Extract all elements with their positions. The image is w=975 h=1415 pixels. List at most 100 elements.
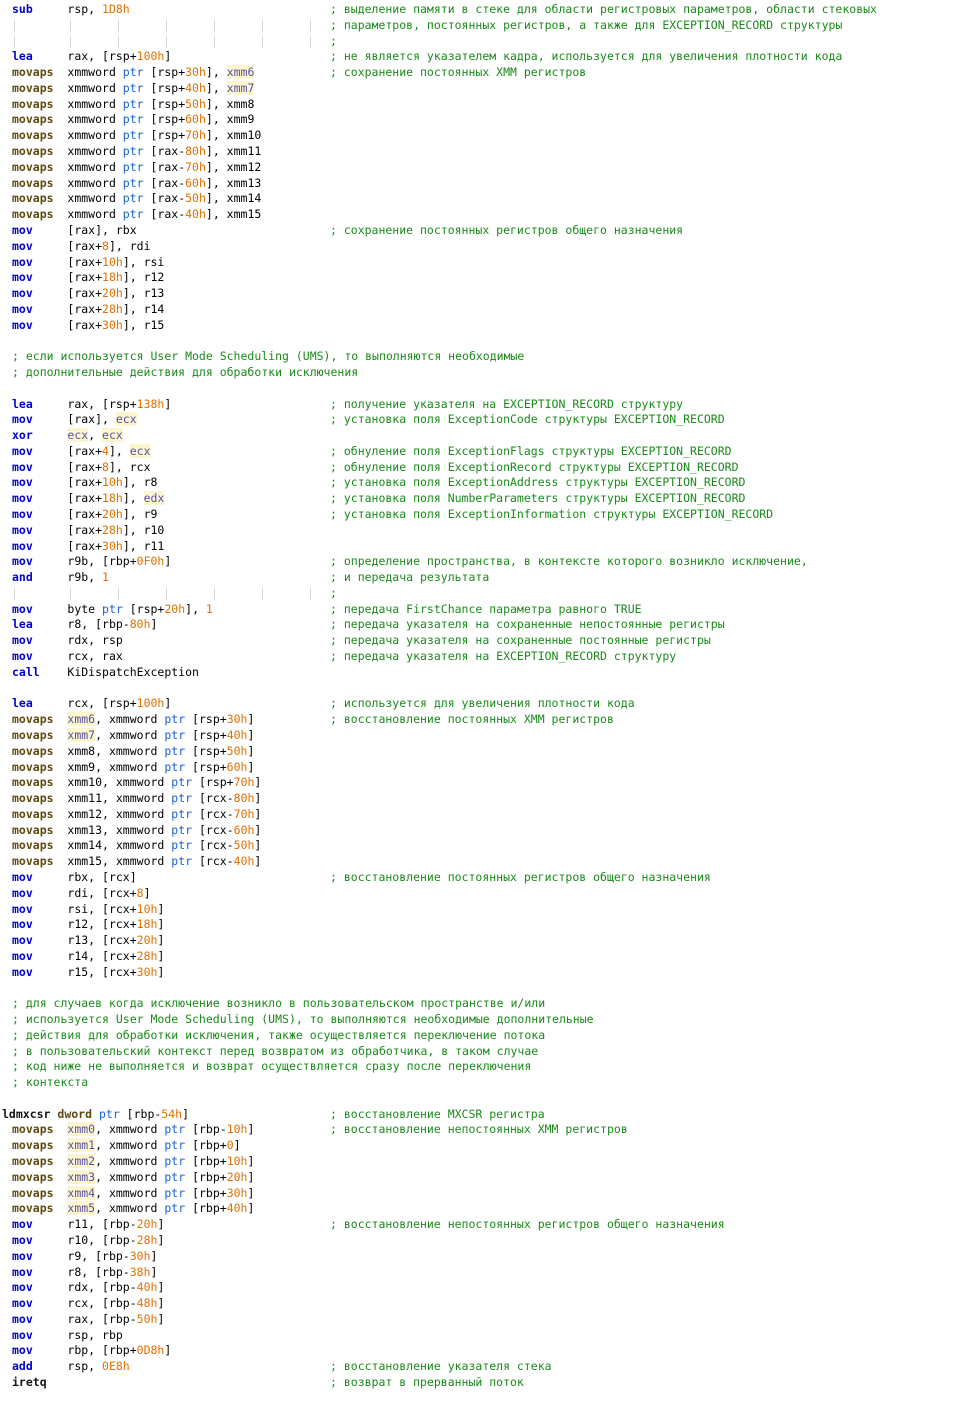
instruction-code[interactable]: movaps xmmword ptr [rsp+60h], xmm9 bbox=[12, 112, 254, 128]
disassembly-line[interactable]: movaps xmmword ptr [rsp+40h], xmm7 bbox=[0, 80, 975, 97]
token-hl[interactable]: xmm6 bbox=[67, 712, 96, 727]
disassembly-line[interactable]: movaps xmm5, xmmword ptr [rbp+40h] bbox=[0, 1201, 975, 1217]
instruction-code[interactable]: mov [rax+18h], r12 bbox=[12, 270, 164, 286]
disassembly-line[interactable]: sub rsp, 1D8h ; выделение памяти в стеке … bbox=[0, 2, 975, 18]
disassembly-line[interactable]: ; в пользовательский контекст перед возв… bbox=[0, 1044, 975, 1060]
instruction-code[interactable]: lea rax, [rsp+138h] bbox=[12, 397, 171, 413]
instruction-code[interactable]: movaps xmm10, xmmword ptr [rsp+70h] bbox=[12, 775, 261, 791]
disassembly-line[interactable] bbox=[0, 333, 975, 349]
disassembly-line[interactable]: mov [rax+8], rcx ; обнуление поля Excepti… bbox=[0, 460, 975, 476]
token-hl[interactable]: ecx bbox=[67, 428, 89, 443]
disassembly-line[interactable]: movaps xmmword ptr [rsp+60h], xmm9 bbox=[0, 112, 975, 128]
instruction-code[interactable]: mov rsp, rbp bbox=[12, 1328, 123, 1344]
instruction-code[interactable]: mov r10, [rbp-28h] bbox=[12, 1233, 164, 1249]
disassembly-line[interactable]: ; дополнительные действия для обработки … bbox=[0, 365, 975, 381]
disassembly-line[interactable] bbox=[0, 381, 975, 397]
disassembly-line[interactable]: ; для случаев когда исключение возникло … bbox=[0, 996, 975, 1012]
instruction-code[interactable]: mov rbp, [rbp+0D8h] bbox=[12, 1343, 171, 1359]
disassembly-line[interactable]: mov [rax+20h], r13 bbox=[0, 286, 975, 302]
instruction-code[interactable]: and r9b, 1 bbox=[12, 570, 109, 586]
disassembly-line[interactable] bbox=[0, 1091, 975, 1107]
disassembly-line[interactable]: movaps xmmword ptr [rsp+50h], xmm8 bbox=[0, 97, 975, 113]
disassembly-line[interactable]: mov [rax+20h], r9 ; установка поля Except… bbox=[0, 507, 975, 523]
disassembly-line[interactable]: movaps xmm12, xmmword ptr [rcx-70h] bbox=[0, 807, 975, 823]
instruction-code[interactable]: ldmxcsr dword ptr [rbp-54h] bbox=[2, 1107, 189, 1123]
instruction-code[interactable]: mov [rax+8], rcx bbox=[12, 460, 151, 476]
disassembly-line[interactable]: mov r14, [rcx+28h] bbox=[0, 949, 975, 965]
disassembly-line[interactable]: mov rsp, rbp bbox=[0, 1328, 975, 1344]
disassembly-line[interactable]: ; контекста bbox=[0, 1075, 975, 1091]
instruction-code[interactable]: mov [rax], rbx bbox=[12, 223, 137, 239]
disassembly-line[interactable]: mov [rax+10h], r8 ; установка поля Except… bbox=[0, 475, 975, 491]
disassembly-line[interactable]: lea rax, [rsp+100h] ; не является указате… bbox=[0, 49, 975, 65]
disassembly-line[interactable]: ; код ниже не выполняется и возврат осущ… bbox=[0, 1059, 975, 1075]
disassembly-line[interactable]: mov r15, [rcx+30h] bbox=[0, 965, 975, 981]
disassembly-line[interactable]: mov [rax+8], rdi bbox=[0, 239, 975, 255]
disassembly-line[interactable]: lea r8, [rbp-80h] ; передача указателя на… bbox=[0, 617, 975, 633]
token-hl[interactable]: xmm3 bbox=[67, 1169, 96, 1184]
disassembly-line[interactable]: ; bbox=[0, 34, 975, 50]
instruction-code[interactable]: movaps xmmword ptr [rsp+70h], xmm10 bbox=[12, 128, 261, 144]
instruction-code[interactable]: lea rcx, [rsp+100h] bbox=[12, 696, 171, 712]
disassembly-line[interactable]: ldmxcsr dword ptr [rbp-54h] ; восстановле… bbox=[0, 1107, 975, 1123]
disassembly-line[interactable]: mov r11, [rbp-20h] ; восстановление непос… bbox=[0, 1217, 975, 1233]
disassembly-line[interactable]: movaps xmm13, xmmword ptr [rcx-60h] bbox=[0, 823, 975, 839]
token-hl[interactable]: xmm6 bbox=[226, 65, 255, 80]
disassembly-line[interactable]: call KiDispatchException bbox=[0, 665, 975, 681]
instruction-code[interactable]: lea rax, [rsp+100h] bbox=[12, 49, 171, 65]
disassembly-line[interactable]: mov r13, [rcx+20h] bbox=[0, 933, 975, 949]
instruction-code[interactable]: movaps xmm9, xmmword ptr [rsp+60h] bbox=[12, 760, 254, 776]
disassembly-line[interactable]: ; используется User Mode Scheduling (UMS… bbox=[0, 1012, 975, 1028]
instruction-code[interactable]: movaps xmm14, xmmword ptr [rcx-50h] bbox=[12, 838, 261, 854]
disassembly-line[interactable]: mov [rax], rbx ; сохранение постоянных ре… bbox=[0, 223, 975, 239]
instruction-code[interactable]: movaps xmm15, xmmword ptr [rcx-40h] bbox=[12, 854, 261, 870]
instruction-code[interactable]: mov [rax+20h], r9 bbox=[12, 507, 157, 523]
instruction-code[interactable]: movaps xmm13, xmmword ptr [rcx-60h] bbox=[12, 823, 261, 839]
token-hl[interactable]: xmm7 bbox=[226, 80, 255, 95]
disassembly-line[interactable]: lea rax, [rsp+138h] ; получение указателя… bbox=[0, 397, 975, 413]
instruction-code[interactable]: movaps xmm0, xmmword ptr [rbp-10h] bbox=[12, 1122, 254, 1138]
disassembly-line[interactable]: movaps xmm8, xmmword ptr [rsp+50h] bbox=[0, 744, 975, 760]
instruction-code[interactable]: add rsp, 0E8h bbox=[12, 1359, 130, 1375]
instruction-code[interactable]: mov rbx, [rcx] bbox=[12, 870, 137, 886]
instruction-code[interactable]: mov [rax+18h], edx bbox=[12, 491, 165, 507]
disassembly-line[interactable]: mov r12, [rcx+18h] bbox=[0, 917, 975, 933]
instruction-code[interactable]: mov r11, [rbp-20h] bbox=[12, 1217, 164, 1233]
instruction-code[interactable]: mov [rax+20h], r13 bbox=[12, 286, 164, 302]
instruction-code[interactable]: mov [rax+8], rdi bbox=[12, 239, 151, 255]
disassembly-line[interactable]: movaps xmm2, xmmword ptr [rbp+10h] bbox=[0, 1154, 975, 1170]
disassembly-line[interactable]: mov [rax+10h], rsi bbox=[0, 255, 975, 271]
token-hl[interactable]: xmm7 bbox=[67, 727, 96, 742]
disassembly-line[interactable]: mov [rax+4], ecx ; обнуление поля Excepti… bbox=[0, 443, 975, 460]
disassembly-line[interactable]: mov rax, [rbp-50h] bbox=[0, 1312, 975, 1328]
disassembly-line[interactable]: xor ecx, ecx bbox=[0, 428, 975, 444]
disassembly-line[interactable]: mov r9b, [rbp+0F0h] ; определение простра… bbox=[0, 554, 975, 570]
instruction-code[interactable]: mov rdx, [rbp-40h] bbox=[12, 1280, 164, 1296]
disassembly-line[interactable] bbox=[0, 681, 975, 697]
instruction-code[interactable]: iretq bbox=[12, 1375, 47, 1391]
instruction-code[interactable]: movaps xmm7, xmmword ptr [rsp+40h] bbox=[12, 727, 254, 744]
instruction-code[interactable]: sub rsp, 1D8h bbox=[12, 2, 130, 18]
instruction-code[interactable]: movaps xmmword ptr [rax-50h], xmm14 bbox=[12, 191, 261, 207]
disassembly-line[interactable]: mov rbx, [rcx] ; восстановление постоянны… bbox=[0, 870, 975, 886]
disassembly-line[interactable]: movaps xmm1, xmmword ptr [rbp+0] bbox=[0, 1138, 975, 1154]
disassembly-line[interactable]: mov rcx, rax ; передача указателя на EXCE… bbox=[0, 649, 975, 665]
instruction-code[interactable]: mov rax, [rbp-50h] bbox=[12, 1312, 164, 1328]
instruction-code[interactable]: movaps xmm3, xmmword ptr [rbp+20h] bbox=[12, 1169, 254, 1186]
disassembly-line[interactable]: mov [rax+30h], r11 bbox=[0, 539, 975, 555]
disassembly-line[interactable]: movaps xmm10, xmmword ptr [rsp+70h] bbox=[0, 775, 975, 791]
instruction-code[interactable]: movaps xmmword ptr [rax-60h], xmm13 bbox=[12, 176, 261, 192]
token-hl[interactable]: ecx bbox=[129, 443, 151, 458]
instruction-code[interactable]: movaps xmm4, xmmword ptr [rbp+30h] bbox=[12, 1185, 254, 1202]
instruction-code[interactable]: movaps xmm8, xmmword ptr [rsp+50h] bbox=[12, 744, 254, 760]
instruction-code[interactable]: mov rcx, [rbp-48h] bbox=[12, 1296, 164, 1312]
disassembly-line[interactable]: movaps xmm14, xmmword ptr [rcx-50h] bbox=[0, 838, 975, 854]
instruction-code[interactable]: movaps xmmword ptr [rax-40h], xmm15 bbox=[12, 207, 261, 223]
disassembly-line[interactable]: mov [rax], ecx ; установка поля Exception… bbox=[0, 412, 975, 428]
instruction-code[interactable]: movaps xmm1, xmmword ptr [rbp+0] bbox=[12, 1138, 241, 1154]
token-hl[interactable]: xmm5 bbox=[67, 1201, 96, 1216]
instruction-code[interactable]: call KiDispatchException bbox=[12, 665, 199, 681]
instruction-code[interactable]: movaps xmm11, xmmword ptr [rcx-80h] bbox=[12, 791, 261, 807]
disassembly-line[interactable]: ; если используется User Mode Scheduling… bbox=[0, 349, 975, 365]
instruction-code[interactable]: mov r15, [rcx+30h] bbox=[12, 965, 164, 981]
